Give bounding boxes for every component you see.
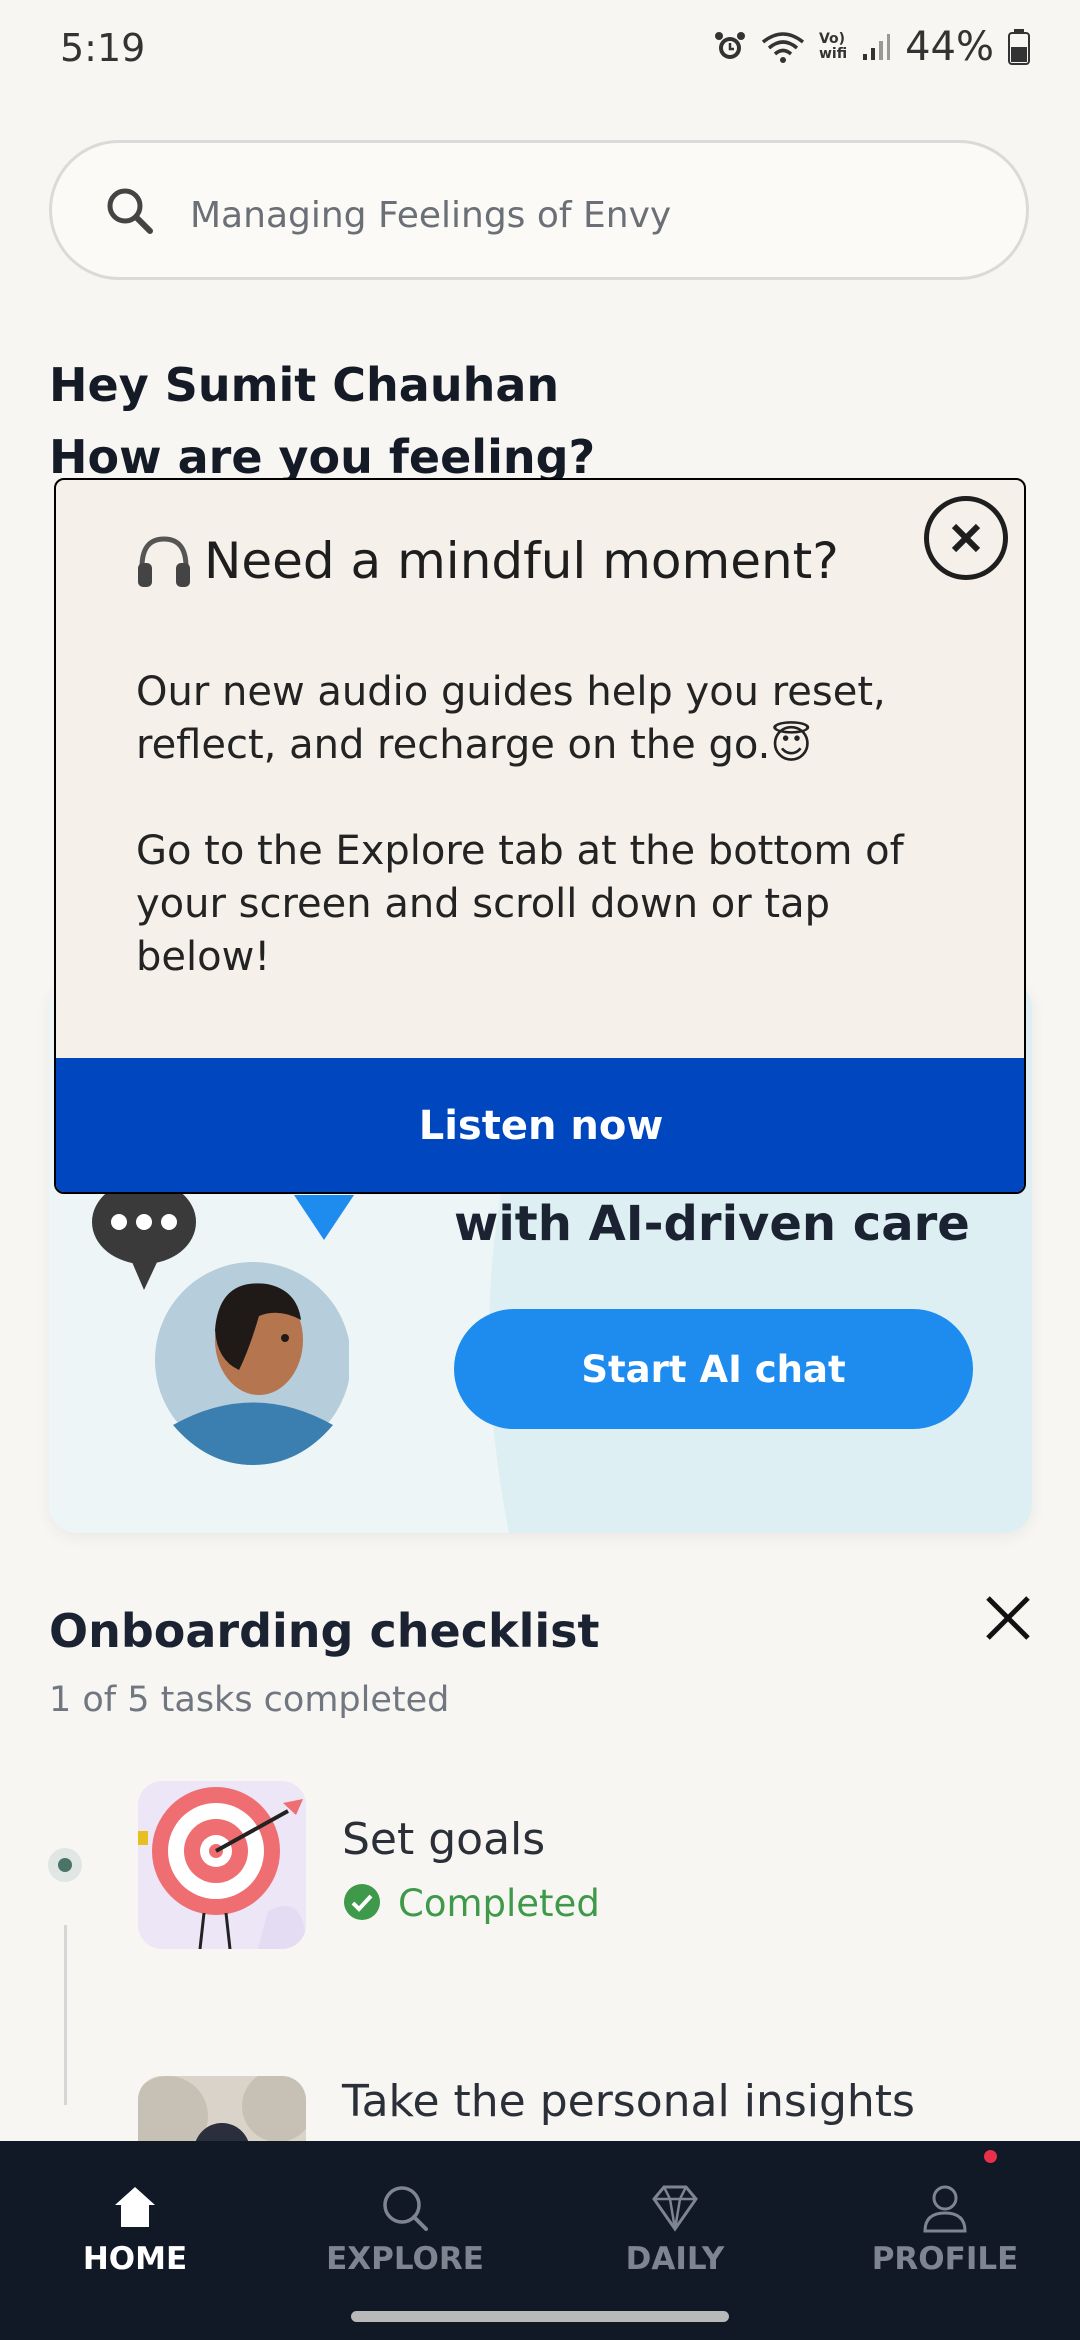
status-bar: 5:19 Vo) wifi 44%	[0, 0, 1080, 100]
battery-percent: 44%	[905, 24, 994, 70]
timeline-line	[64, 1925, 67, 2105]
diamond-icon	[652, 2185, 698, 2232]
volte-top-label: Vo)	[818, 31, 846, 47]
battery-icon	[1008, 29, 1030, 65]
timeline-dot	[48, 1848, 82, 1882]
search-icon	[107, 188, 153, 234]
volte-bottom-label: wifi	[818, 46, 848, 62]
search-icon	[383, 2186, 428, 2231]
ai-card-title: with AI-driven care	[454, 1196, 970, 1252]
set-goals-thumbnail[interactable]	[138, 1781, 306, 1949]
status-time: 5:19	[60, 26, 146, 70]
nav-item-home[interactable]: HOME	[0, 2141, 270, 2340]
alarm-icon	[714, 32, 745, 59]
onboarding-progress: 1 of 5 tasks completed	[49, 1680, 450, 1720]
task-title-personal-insights[interactable]: Take the personal insights	[342, 2076, 915, 2127]
search-input[interactable]: Managing Feelings of Envy	[190, 195, 671, 236]
nav-label-profile: PROFILE	[871, 2241, 1019, 2277]
volte-icon: Vo) wifi	[819, 32, 847, 62]
listen-now-button[interactable]: Listen now	[56, 1058, 1024, 1192]
nav-label-home: HOME	[82, 2241, 188, 2277]
modal-close-button[interactable]	[924, 496, 1008, 580]
ai-avatar-icon	[92, 1180, 351, 1465]
nav-label-daily: DAILY	[625, 2241, 725, 2277]
check-circle-icon	[344, 1884, 380, 1920]
feeling-question: How are you feeling?	[49, 430, 596, 484]
signal-icon	[863, 34, 891, 60]
modal-body-paragraph-1: Our new audio guides help you reset, ref…	[136, 669, 886, 768]
onboarding-title: Onboarding checklist	[49, 1604, 600, 1658]
modal-body: Our new audio guides help you reset, ref…	[136, 666, 916, 1037]
task-status-completed: Completed	[398, 1882, 600, 1925]
home-icon	[115, 2187, 155, 2227]
mindful-moment-modal: Need a mindful moment? Our new audio gui…	[54, 478, 1026, 1194]
timeline-dot-inner	[58, 1858, 72, 1872]
avatar-illustration	[89, 1180, 351, 1484]
notification-dot	[984, 2150, 997, 2163]
wifi-icon	[761, 32, 805, 63]
modal-body-paragraph-2: Go to the Explore tab at the bottom of y…	[136, 828, 904, 980]
start-ai-chat-button[interactable]: Start AI chat	[454, 1309, 973, 1429]
task-title-set-goals[interactable]: Set goals	[342, 1814, 545, 1865]
person-icon	[923, 2185, 967, 2233]
close-icon	[951, 523, 981, 553]
target-icon	[138, 1787, 306, 1949]
modal-title: Need a mindful moment?	[134, 532, 839, 590]
status-icons: Vo) wifi 44%	[713, 24, 1030, 70]
home-indicator[interactable]	[351, 2311, 729, 2322]
close-icon[interactable]	[980, 1590, 1036, 1646]
modal-title-text: Need a mindful moment?	[204, 532, 839, 590]
headphones-icon	[138, 536, 190, 587]
nav-label-explore: EXPLORE	[326, 2241, 484, 2277]
greeting-title: Hey Sumit Chauhan	[49, 358, 560, 412]
nav-item-profile[interactable]: PROFILE	[810, 2141, 1080, 2340]
search-bar[interactable]: Managing Feelings of Envy	[49, 140, 1029, 280]
